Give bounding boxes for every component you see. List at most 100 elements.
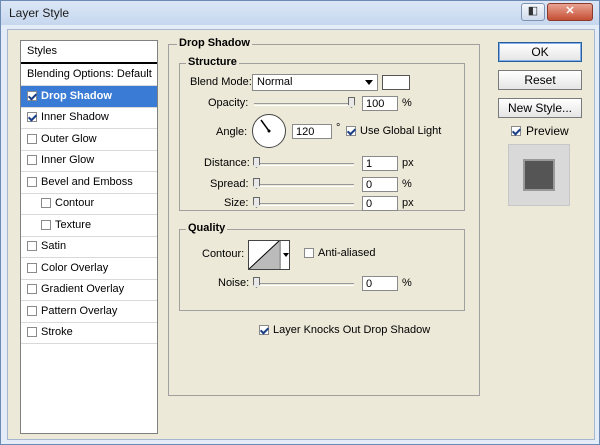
contour-curve-icon (249, 241, 289, 269)
quality-title: Quality (186, 222, 228, 234)
size-slider-track[interactable] (254, 203, 354, 206)
styles-item[interactable]: Drop Shadow (21, 85, 157, 108)
anti-aliased-checkbox[interactable] (304, 248, 314, 258)
angle-label: Angle: (216, 126, 248, 138)
styles-item-label: Drop Shadow (41, 89, 112, 102)
chevron-down-icon (365, 80, 373, 85)
noise-slider-thumb[interactable] (253, 277, 260, 288)
noise-unit: % (402, 277, 412, 289)
preview-checkbox[interactable] (511, 126, 521, 136)
angle-input[interactable]: 120 (292, 124, 332, 139)
styles-item[interactable]: Outer Glow (21, 129, 157, 151)
structure-group: Structure Blend Mode: Normal Opacity: 10… (179, 56, 465, 211)
layer-style-window: Layer Style ◧ ✕ Styles Blending Options:… (0, 0, 600, 445)
styles-item-label: Satin (41, 240, 67, 252)
styles-item[interactable]: Texture (21, 215, 157, 237)
size-unit: px (402, 197, 414, 209)
styles-item[interactable]: Blending Options: Default (21, 64, 157, 86)
styles-item-checkbox[interactable] (27, 305, 37, 316)
styles-item-label: Outer Glow (41, 132, 97, 145)
styles-item-label: Inner Shadow (41, 111, 109, 123)
styles-item-label: Gradient Overlay (41, 283, 125, 295)
use-global-light-label: Use Global Light (360, 125, 442, 137)
layer-knocks-out-label: Layer Knocks Out Drop Shadow (273, 324, 431, 336)
styles-item[interactable]: Inner Glow (21, 150, 157, 172)
styles-item[interactable]: Pattern Overlay (21, 301, 157, 323)
styles-item-label: Stroke (41, 326, 73, 338)
styles-item-checkbox[interactable] (41, 198, 51, 208)
new-style-button[interactable]: New Style... (498, 98, 582, 118)
drop-shadow-title: Drop Shadow (177, 37, 252, 49)
titlebar: Layer Style ◧ ✕ (1, 1, 599, 25)
styles-item-checkbox[interactable] (27, 133, 37, 144)
styles-item-label: Color Overlay (41, 261, 109, 274)
blend-mode-select[interactable]: Normal (252, 74, 378, 91)
restore-icon[interactable]: ◧ (521, 3, 545, 21)
blend-mode-label: Blend Mode: (190, 76, 252, 88)
size-label: Size: (224, 197, 249, 209)
distance-slider-track[interactable] (254, 163, 354, 166)
distance-unit: px (402, 157, 414, 169)
quality-group: Quality Contour: Anti-aliased Noise: 0 % (179, 222, 465, 311)
spread-slider-thumb[interactable] (253, 178, 260, 189)
blend-mode-value: Normal (257, 76, 293, 88)
styles-item-checkbox[interactable] (41, 219, 51, 230)
styles-item-checkbox[interactable] (27, 284, 37, 294)
styles-item-checkbox[interactable] (27, 155, 37, 165)
distance-label: Distance: (204, 157, 250, 169)
spread-input[interactable]: 0 (362, 177, 398, 192)
styles-item[interactable]: Contour (21, 193, 157, 215)
drop-shadow-group: Drop Shadow Structure Blend Mode: Normal… (168, 37, 480, 396)
anti-aliased-label: Anti-aliased (318, 247, 376, 259)
styles-item-checkbox[interactable] (27, 176, 37, 187)
distance-slider-thumb[interactable] (253, 157, 260, 168)
noise-slider-track[interactable] (254, 283, 354, 286)
distance-input[interactable]: 1 (362, 156, 398, 171)
use-global-light-checkbox[interactable] (346, 126, 356, 136)
styles-item-checkbox[interactable] (27, 262, 37, 273)
layer-knocks-out-checkbox[interactable] (259, 325, 269, 335)
contour-label: Contour: (202, 248, 245, 260)
styles-item[interactable]: Gradient Overlay (21, 279, 157, 301)
angle-unit: ° (336, 122, 341, 134)
angle-needle-icon (260, 119, 271, 133)
styles-item[interactable]: Inner Shadow (21, 107, 157, 129)
styles-item[interactable]: Stroke (21, 322, 157, 344)
opacity-input[interactable]: 100 (362, 96, 398, 111)
styles-item-checkbox[interactable] (27, 327, 37, 337)
styles-item-checkbox[interactable] (27, 90, 37, 101)
opacity-label: Opacity: (208, 97, 249, 109)
styles-item[interactable]: Bevel and Emboss (21, 172, 157, 194)
noise-input[interactable]: 0 (362, 276, 398, 291)
size-slider-thumb[interactable] (253, 197, 260, 208)
preview-swatch (523, 159, 555, 191)
spread-unit: % (402, 178, 412, 190)
style-preview (508, 144, 570, 206)
angle-dial[interactable] (252, 114, 286, 148)
ok-button[interactable]: OK (498, 42, 582, 62)
opacity-unit: % (402, 97, 412, 109)
spread-slider-track[interactable] (254, 184, 354, 187)
contour-picker[interactable] (248, 240, 290, 270)
reset-button[interactable]: Reset (498, 70, 582, 90)
styles-item-checkbox[interactable] (27, 112, 37, 122)
styles-item-label: Pattern Overlay (41, 304, 118, 317)
styles-list-header[interactable]: Styles (21, 41, 157, 64)
shadow-color-swatch[interactable] (382, 75, 410, 90)
opacity-slider-track[interactable] (254, 103, 354, 106)
noise-label: Noise: (218, 277, 250, 289)
preview-label: Preview (526, 124, 569, 138)
styles-item-label: Inner Glow (41, 154, 95, 166)
opacity-slider-thumb[interactable] (348, 97, 355, 108)
styles-item-checkbox[interactable] (27, 241, 37, 251)
structure-title: Structure (186, 56, 239, 68)
styles-item[interactable]: Satin (21, 236, 157, 258)
close-icon[interactable]: ✕ (547, 3, 593, 21)
styles-list: Styles Blending Options: Default Drop Sha… (20, 40, 158, 434)
styles-item-label: Bevel and Emboss (41, 175, 133, 188)
styles-item[interactable]: Color Overlay (21, 258, 157, 280)
styles-item-label: Contour (55, 197, 95, 209)
styles-item-label: Blending Options: Default (27, 68, 152, 80)
size-input[interactable]: 0 (362, 196, 398, 211)
window-title: Layer Style (9, 6, 70, 20)
